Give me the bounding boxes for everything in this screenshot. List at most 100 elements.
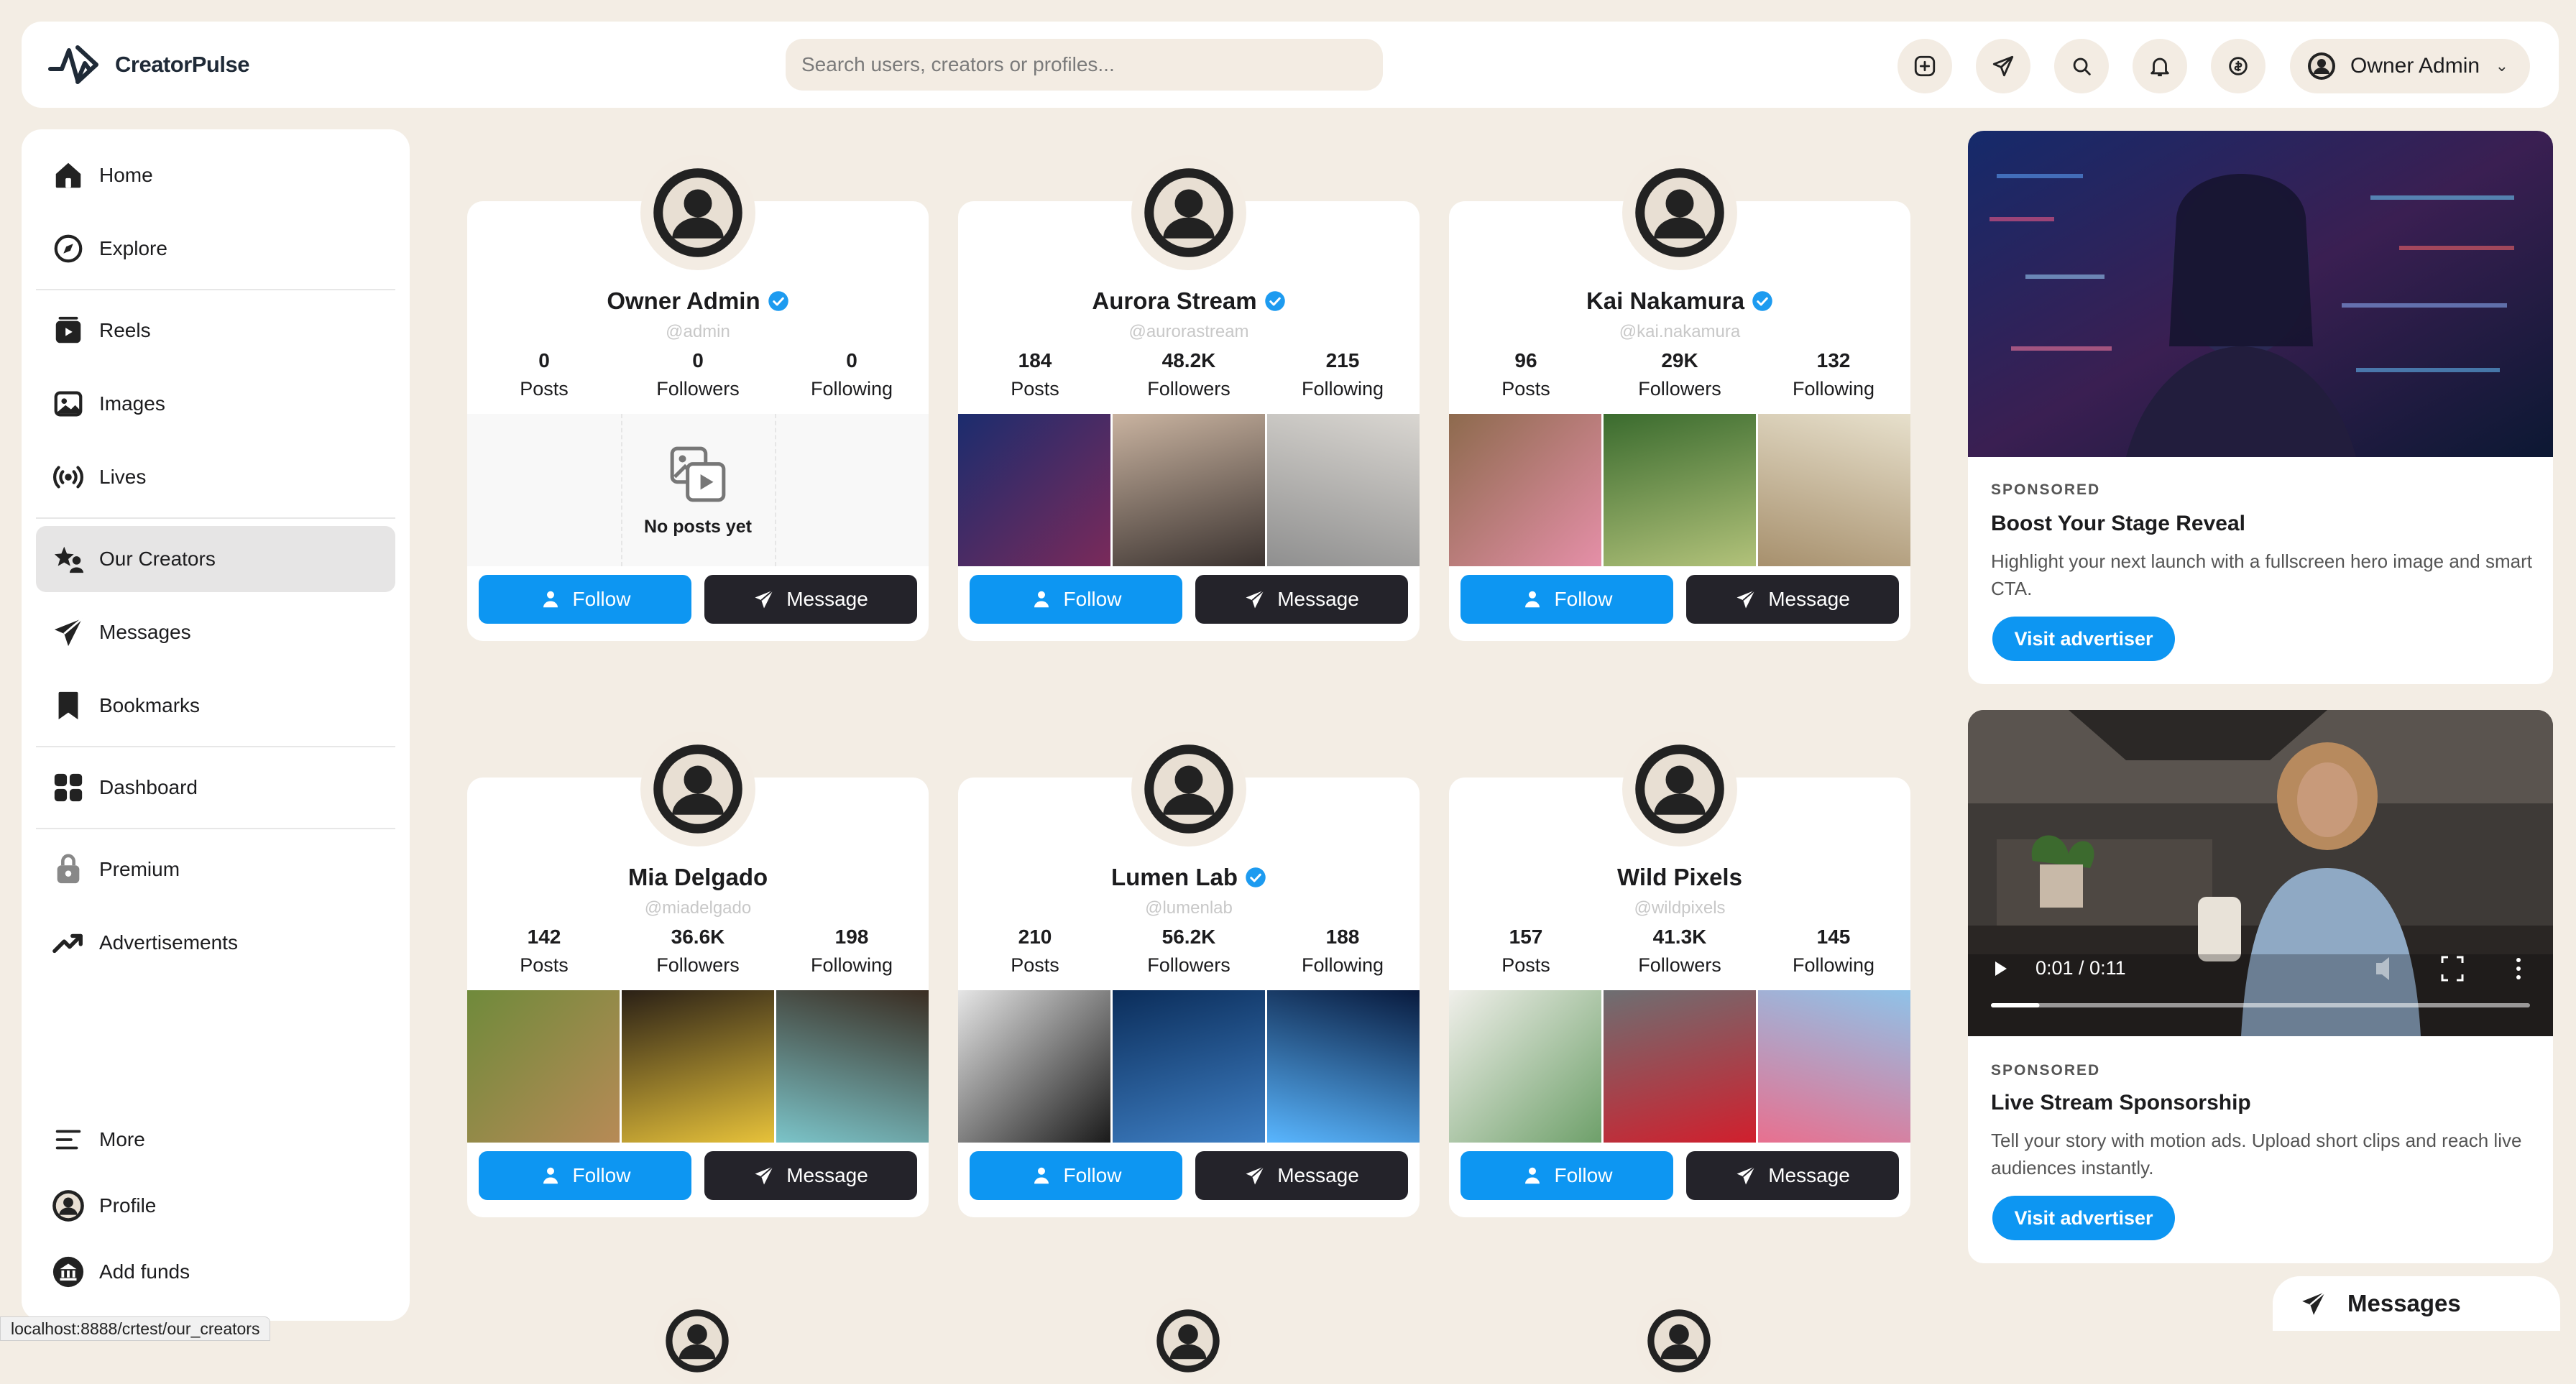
visit-advertiser-button[interactable]: Visit advertiser [1992,617,2175,661]
follow-button[interactable]: Follow [970,575,1182,624]
sidebar-item-add-funds[interactable]: Add funds [36,1239,395,1305]
divider [36,828,395,829]
post-thumbnail[interactable] [1267,414,1420,566]
creator-avatar[interactable] [640,155,755,270]
creator-avatar[interactable] [1622,732,1737,846]
wallet-button[interactable] [2211,39,2266,93]
creator-name-row[interactable]: Owner Admin [467,287,929,315]
creator-avatar[interactable] [1131,155,1246,270]
sidebar-item-our-creators[interactable]: Our Creators [36,526,395,592]
follow-button[interactable]: Follow [479,1151,691,1200]
sidebar-item-images[interactable]: Images [36,371,395,437]
post-thumbnail[interactable] [1113,414,1265,566]
posts-count: 0 [538,349,550,372]
post-thumbnail[interactable] [1758,990,1910,1143]
creator-name: Wild Pixels [1617,864,1742,890]
sidebar-item-explore[interactable]: Explore [36,216,395,282]
post-thumbnail[interactable] [958,990,1110,1143]
creator-avatar[interactable] [1622,155,1737,270]
post-thumbnail[interactable] [1758,414,1910,566]
stat-followers: 41.3K Followers [1603,926,1757,977]
wallet-icon [2229,57,2248,75]
creator-name-row[interactable]: Wild Pixels [1449,864,1910,891]
creator-name-row[interactable]: Kai Nakamura [1449,287,1910,315]
send-icon [54,617,83,647]
sidebar-item-more[interactable]: More [36,1107,395,1173]
followers-count: 56.2K [1162,926,1216,948]
sidebar-item-messages[interactable]: Messages [36,599,395,665]
creator-card[interactable]: Mia Delgado @miadelgado 142 Posts 36.6K Fo… [467,732,929,1217]
creator-card[interactable]: Owner Admin @admin 0 Posts 0 Followers 0 Fo… [467,155,929,641]
pulse-logo-icon [48,45,98,84]
creator-name: Aurora Stream [1092,287,1257,314]
post-thumbnail[interactable] [1449,990,1601,1143]
creator-name-row[interactable]: Lumen Lab [958,864,1420,891]
search-input[interactable] [786,39,1383,91]
user-avatar-icon [2308,52,2335,80]
user-menu-button[interactable]: Owner Admin ⌄ [2290,39,2530,93]
verified-icon [1246,867,1266,887]
visit-advertiser-button[interactable]: Visit advertiser [1992,1196,2175,1240]
follow-button[interactable]: Follow [1460,575,1673,624]
post-thumbnail[interactable] [776,990,929,1143]
ad-video[interactable]: 0:01 / 0:11 [1968,710,2553,1036]
follow-button[interactable]: Follow [970,1151,1182,1200]
followers-label: Followers [1638,954,1721,976]
post-thumbnail[interactable] [1113,990,1265,1143]
sidebar-item-profile[interactable]: Profile [36,1173,395,1239]
follow-button[interactable]: Follow [1460,1151,1673,1200]
send-button[interactable] [1976,39,2030,93]
bell-icon [2150,57,2169,77]
bookmark-icon [58,691,78,720]
sidebar-item-reels[interactable]: Reels [36,297,395,364]
add-post-icon [1914,55,1936,77]
post-thumbnail[interactable] [1267,990,1420,1143]
message-button[interactable]: Message [704,575,917,624]
post-thumbnail[interactable] [1604,414,1756,566]
creator-avatar-icon [653,744,742,834]
creator-card[interactable]: Wild Pixels @wildpixels 157 Posts 41.3K Fo… [1449,732,1910,1217]
sidebar-item-lives[interactable]: Lives [36,444,395,510]
follow-button[interactable]: Follow [479,575,691,624]
creator-card[interactable]: Lumen Lab @lumenlab 210 Posts 56.2K Follow… [958,732,1420,1217]
sidebar-item-label: Reels [99,319,151,341]
media-placeholder-icon [670,446,726,502]
search-button[interactable] [2054,39,2109,93]
message-button[interactable]: Message [1686,575,1899,624]
creator-card[interactable]: Kai Nakamura @kai.nakamura 96 Posts 29K Fo… [1449,155,1910,641]
post-thumbnail[interactable] [958,414,1110,566]
sidebar-item-advertisements[interactable]: Advertisements [36,910,395,976]
divider [36,746,395,747]
post-thumbnail[interactable] [622,990,774,1143]
following-label: Following [810,954,893,976]
sidebar-item-label: Our Creators [99,548,216,570]
post-thumbnail[interactable] [1449,414,1601,566]
creator-avatar[interactable] [1131,732,1246,846]
notifications-button[interactable] [2133,39,2187,93]
followers-label: Followers [1147,954,1230,976]
creator-name-row[interactable]: Aurora Stream [958,287,1420,315]
sidebar-item-bookmarks[interactable]: Bookmarks [36,673,395,739]
logo[interactable]: CreatorPulse [46,40,249,89]
sidebar-item-premium[interactable]: Premium [36,836,395,903]
sidebar-item-dashboard[interactable]: Dashboard [36,755,395,821]
creator-name-row[interactable]: Mia Delgado [467,864,929,891]
creator-avatar[interactable] [640,732,755,846]
floating-messages-button[interactable]: Messages [2273,1276,2560,1331]
message-button[interactable]: Message [1195,1151,1408,1200]
stat-followers: 56.2K Followers [1112,926,1266,977]
follow-label: Follow [1554,588,1613,610]
ad-hero-image[interactable] [1968,131,2553,457]
creator-card[interactable]: Aurora Stream @aurorastream 184 Posts 48.… [958,155,1420,641]
stat-followers: 0 Followers [621,349,775,400]
post-thumbnail[interactable] [1604,990,1756,1143]
avatar-icon [666,1309,729,1373]
sidebar-item-home[interactable]: Home [36,142,395,208]
post-thumbnail[interactable] [467,990,620,1143]
message-button[interactable]: Message [1195,575,1408,624]
message-button[interactable]: Message [704,1151,917,1200]
no-posts-text: No posts yet [643,516,753,537]
add-post-button[interactable] [1898,39,1952,93]
message-label: Message [1768,588,1850,610]
message-button[interactable]: Message [1686,1151,1899,1200]
